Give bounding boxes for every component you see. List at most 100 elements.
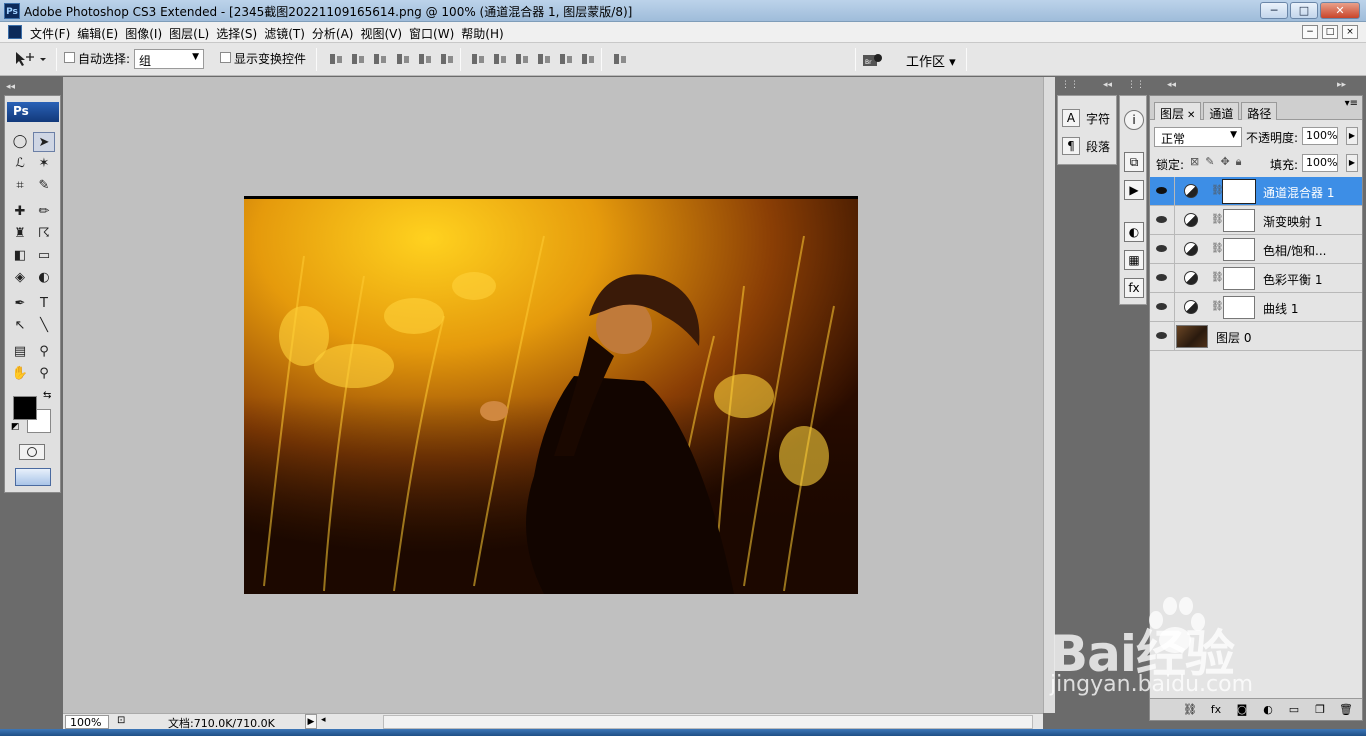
dodge-tool-icon[interactable]: ◐ — [33, 268, 55, 288]
document-icon[interactable] — [8, 25, 22, 39]
character-panel-button[interactable]: A 字符 — [1062, 106, 1116, 130]
default-colors-icon[interactable]: ◩ — [11, 422, 20, 432]
menu-image[interactable]: 图像(I) — [125, 24, 169, 42]
tab-paths[interactable]: 路径 — [1241, 102, 1278, 121]
link-icon[interactable]: ⛓ — [1211, 272, 1224, 283]
eye-icon[interactable] — [1154, 299, 1170, 315]
show-transform-checkbox[interactable] — [220, 52, 231, 63]
menu-view[interactable]: 视图(V) — [360, 24, 409, 42]
collapse-arrows-icon[interactable]: ◂◂ — [6, 82, 15, 92]
tab-layers[interactable]: 图层 ✕ — [1154, 102, 1202, 121]
close-tab-icon[interactable]: ✕ — [1187, 110, 1195, 121]
grip-icon[interactable]: ⋮⋮ — [1061, 80, 1079, 90]
marquee-tool-icon[interactable]: ◯ — [9, 132, 31, 152]
menu-select[interactable]: 选择(S) — [216, 24, 264, 42]
fill-arrow-icon[interactable]: ▶ — [1346, 154, 1358, 172]
eyedropper-tool-icon[interactable]: ⚲ — [33, 342, 55, 362]
info-icon[interactable]: i — [1124, 110, 1144, 130]
align-left-icon[interactable] — [395, 51, 411, 67]
align-top-icon[interactable] — [328, 51, 344, 67]
zoom-tool-icon[interactable]: ⚲ — [33, 364, 55, 384]
panel-menu-icon[interactable]: ▾≡ — [1345, 98, 1358, 109]
distribute-bottom-icon[interactable] — [514, 51, 530, 67]
horizontal-scrollbar[interactable] — [383, 715, 1033, 729]
paragraph-panel-button[interactable]: ¶ 段落 — [1062, 134, 1116, 158]
opacity-input[interactable]: 100% — [1302, 127, 1338, 145]
layer-row-channel-mixer[interactable]: ⛓ 通道混合器 1 — [1150, 177, 1362, 206]
doc-close-button[interactable]: × — [1342, 25, 1358, 39]
path-selection-tool-icon[interactable]: ↖ — [9, 316, 31, 336]
brush-tool-icon[interactable]: ✏ — [33, 202, 55, 222]
opacity-arrow-icon[interactable]: ▶ — [1346, 127, 1358, 145]
layer-row-hue-saturation[interactable]: ⛓ 色相/饱和... — [1150, 235, 1362, 264]
layer-mask-thumbnail[interactable] — [1223, 209, 1255, 232]
grip-icon[interactable]: ⋮⋮ — [1127, 80, 1145, 90]
styles-icon[interactable]: fx — [1124, 278, 1144, 298]
layer-mask-thumbnail[interactable] — [1223, 267, 1255, 290]
layer-name[interactable]: 通道混合器 1 — [1263, 184, 1334, 201]
status-options-icon[interactable]: ⊡ — [117, 715, 131, 729]
menu-window[interactable]: 窗口(W) — [409, 24, 461, 42]
layer-name[interactable]: 曲线 1 — [1263, 300, 1298, 317]
magic-wand-tool-icon[interactable]: ✶ — [33, 154, 55, 174]
vertical-scrollbar[interactable] — [1043, 77, 1055, 713]
layer-mask-thumbnail[interactable] — [1223, 238, 1255, 261]
history-brush-tool-icon[interactable]: ☈ — [33, 224, 55, 244]
gradient-tool-icon[interactable]: ▭ — [33, 246, 55, 266]
crop-tool-icon[interactable]: ⌗ — [9, 176, 31, 196]
zoom-level-field[interactable]: 100% — [65, 715, 109, 729]
layer-row-color-balance[interactable]: ⛓ 色彩平衡 1 — [1150, 264, 1362, 293]
blend-mode-dropdown[interactable]: 正常 ▼ — [1154, 127, 1242, 147]
layer-name[interactable]: 渐变映射 1 — [1263, 213, 1322, 230]
expand-arrows-icon[interactable]: ▸▸ — [1337, 80, 1346, 90]
layer-row-gradient-map[interactable]: ⛓ 渐变映射 1 — [1150, 206, 1362, 235]
lasso-tool-icon[interactable]: ℒ — [9, 154, 31, 174]
layer-mask-thumbnail[interactable] — [1223, 296, 1255, 319]
link-icon[interactable]: ⛓ — [1211, 243, 1224, 254]
notes-tool-icon[interactable]: ▤ — [9, 342, 31, 362]
screen-mode-icon[interactable] — [15, 468, 51, 486]
distribute-left-icon[interactable] — [536, 51, 552, 67]
eye-icon[interactable] — [1154, 241, 1170, 257]
workspace-button[interactable]: 工作区 ▾ — [900, 49, 962, 71]
swatches-icon[interactable]: ◐ — [1124, 222, 1144, 242]
collapse-arrows-icon[interactable]: ◂◂ — [1103, 80, 1112, 90]
move-tool-preset-icon[interactable] — [12, 49, 50, 71]
doc-restore-button[interactable]: □ — [1322, 25, 1338, 39]
collapse-arrows-icon[interactable]: ◂◂ — [1167, 80, 1176, 90]
layer-name[interactable]: 色相/饱和... — [1263, 242, 1327, 259]
document-canvas[interactable] — [244, 196, 858, 594]
type-tool-icon[interactable]: T — [33, 294, 55, 314]
actions-icon[interactable]: ▶ — [1124, 180, 1144, 200]
eye-icon[interactable] — [1154, 270, 1170, 286]
auto-select-checkbox[interactable] — [64, 52, 75, 63]
layer-style-icon[interactable]: fx — [1208, 703, 1224, 720]
layer-row-curves[interactable]: ⛓ 曲线 1 — [1150, 293, 1362, 322]
doc-minimize-button[interactable]: − — [1302, 25, 1318, 39]
link-layers-icon[interactable]: ⛓ — [1182, 703, 1198, 720]
maximize-button[interactable]: □ — [1290, 2, 1318, 19]
line-tool-icon[interactable]: ╲ — [33, 316, 55, 336]
align-vcenter-icon[interactable] — [350, 51, 366, 67]
eye-icon[interactable] — [1154, 328, 1170, 344]
clone-stamp-tool-icon[interactable]: ♜ — [9, 224, 31, 244]
link-icon[interactable]: ⛓ — [1211, 214, 1224, 225]
eraser-tool-icon[interactable]: ◧ — [9, 246, 31, 266]
fill-input[interactable]: 100% — [1302, 154, 1338, 172]
quick-mask-icon[interactable] — [19, 444, 45, 460]
lock-transparency-icon[interactable]: ⊠ — [1190, 155, 1199, 169]
link-icon[interactable]: ⛓ — [1211, 185, 1224, 196]
menu-analysis[interactable]: 分析(A) — [312, 24, 361, 42]
layer-row-layer-0[interactable]: 图层 0 — [1150, 322, 1362, 351]
lock-all-icon[interactable]: 🔒︎ — [1236, 155, 1242, 169]
align-hcenter-icon[interactable] — [417, 51, 433, 67]
scroll-left-icon[interactable]: ◂ — [321, 715, 326, 725]
lock-pixels-icon[interactable]: ✎ — [1205, 155, 1214, 169]
navigator-icon[interactable]: ▦ — [1124, 250, 1144, 270]
bridge-icon[interactable]: Br — [862, 51, 884, 69]
distribute-vcenter-icon[interactable] — [492, 51, 508, 67]
distribute-hcenter-icon[interactable] — [558, 51, 574, 67]
move-tool-icon[interactable]: ➤ — [33, 132, 55, 152]
delete-layer-icon[interactable]: 🗑︎ — [1338, 703, 1354, 720]
menu-help[interactable]: 帮助(H) — [461, 24, 510, 42]
